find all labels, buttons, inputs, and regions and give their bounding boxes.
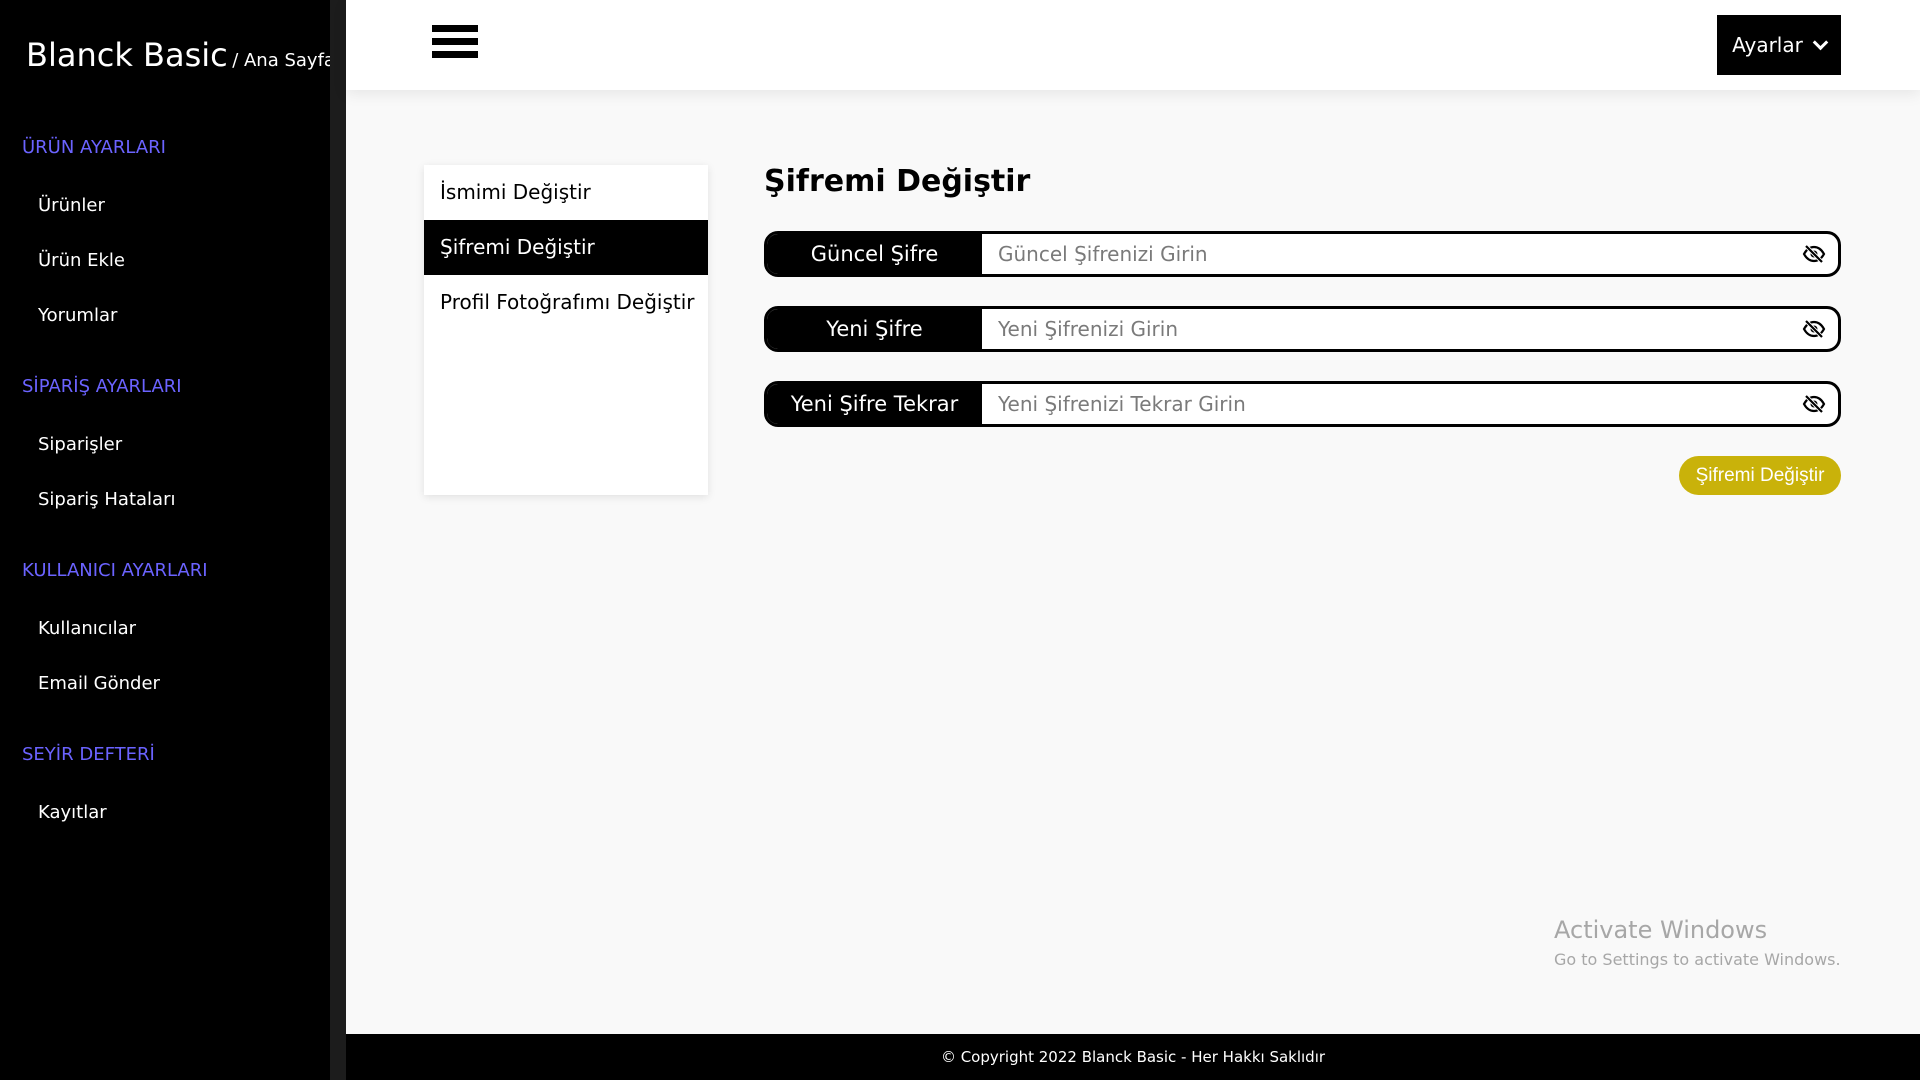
nav-heading-orders: SİPARİŞ AYARLARI xyxy=(22,376,182,397)
settings-label: Ayarlar xyxy=(1732,33,1803,57)
new-password-input[interactable] xyxy=(982,309,1802,349)
brand[interactable]: Blanck Basic / Ana Sayfa xyxy=(26,36,335,74)
confirm-password-input[interactable] xyxy=(982,384,1802,424)
sidebar-nav: ÜRÜN AYARLARI Ürünler Ürün Ekle Yorumlar… xyxy=(0,118,330,854)
nav-heading-logbook: SEYİR DEFTERİ xyxy=(22,744,155,765)
chevron-down-icon xyxy=(1812,34,1829,50)
sidebar-item-add-product[interactable]: Ürün Ekle xyxy=(0,233,330,288)
current-password-label: Güncel Şifre xyxy=(767,234,982,274)
sidebar-divider xyxy=(330,0,346,1080)
sidebar-item-orders[interactable]: Siparişler xyxy=(0,417,330,472)
nav-heading-product: ÜRÜN AYARLARI xyxy=(22,137,166,158)
sidebar-item-users[interactable]: Kullanıcılar xyxy=(0,601,330,656)
eye-slash-icon[interactable] xyxy=(1802,317,1826,341)
confirm-password-field: Yeni Şifre Tekrar xyxy=(764,381,1841,427)
current-password-field: Güncel Şifre xyxy=(764,231,1841,277)
brand-name[interactable]: Blanck Basic xyxy=(26,36,228,74)
eye-slash-icon[interactable] xyxy=(1802,242,1826,266)
sidebar-item-products[interactable]: Ürünler xyxy=(0,178,330,233)
settings-dropdown-button[interactable]: Ayarlar xyxy=(1717,15,1841,75)
nav-heading-users: KULLANICI AYARLARI xyxy=(22,560,208,581)
nav-section-product: ÜRÜN AYARLARI Ürünler Ürün Ekle Yorumlar xyxy=(0,118,330,343)
current-password-input[interactable] xyxy=(982,234,1802,274)
sidebar: Blanck Basic / Ana Sayfa ÜRÜN AYARLARI Ü… xyxy=(0,0,335,1080)
footer: © Copyright 2022 Blanck Basic - Her Hakk… xyxy=(346,1034,1920,1080)
new-password-field: Yeni Şifre xyxy=(764,306,1841,352)
nav-section-orders: SİPARİŞ AYARLARI Siparişler Sipariş Hata… xyxy=(0,357,330,527)
breadcrumb[interactable]: / Ana Sayfa xyxy=(232,50,335,71)
nav-section-users: KULLANICI AYARLARI Kullanıcılar Email Gö… xyxy=(0,541,330,711)
profile-settings-menu: İsmimi Değiştir Şifremi Değiştir Profil … xyxy=(424,165,708,495)
watermark-subtitle: Go to Settings to activate Windows. xyxy=(1554,950,1841,969)
eye-slash-icon[interactable] xyxy=(1802,392,1826,416)
new-password-label: Yeni Şifre xyxy=(767,309,982,349)
menu-item-change-password[interactable]: Şifremi Değiştir xyxy=(424,220,708,275)
activate-windows-watermark: Activate Windows Go to Settings to activ… xyxy=(1554,916,1841,969)
confirm-password-label: Yeni Şifre Tekrar xyxy=(767,384,982,424)
menu-item-change-name[interactable]: İsmimi Değiştir xyxy=(424,165,708,220)
sidebar-item-comments[interactable]: Yorumlar xyxy=(0,288,330,343)
change-password-button[interactable]: Şifremi Değiştir xyxy=(1679,456,1841,495)
copyright-text: © Copyright 2022 Blanck Basic - Her Hakk… xyxy=(940,1048,1326,1066)
nav-section-logbook: SEYİR DEFTERİ Kayıtlar xyxy=(0,725,330,840)
sidebar-item-send-email[interactable]: Email Gönder xyxy=(0,656,330,711)
sidebar-item-order-errors[interactable]: Sipariş Hataları xyxy=(0,472,330,527)
hamburger-menu-icon[interactable] xyxy=(432,25,478,65)
watermark-title: Activate Windows xyxy=(1554,916,1768,944)
page-title: Şifremi Değiştir xyxy=(764,164,1031,199)
topbar: Ayarlar xyxy=(346,0,1920,90)
menu-item-change-photo[interactable]: Profil Fotoğrafımı Değiştir xyxy=(424,275,708,330)
sidebar-item-logs[interactable]: Kayıtlar xyxy=(0,785,330,840)
